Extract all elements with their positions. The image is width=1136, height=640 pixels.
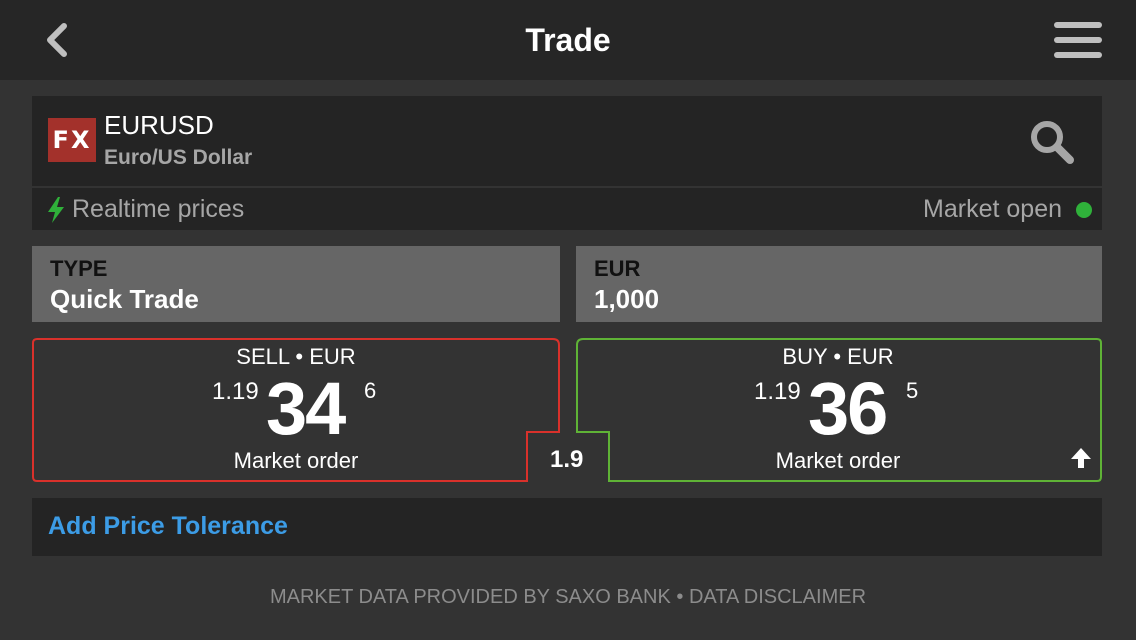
- order-type-label: TYPE: [50, 256, 108, 281]
- spread-value: 1.9: [550, 446, 584, 473]
- top-bar: Trade: [0, 0, 1136, 80]
- arrow-up-icon: [1071, 448, 1091, 468]
- amount-currency-label: EUR: [594, 256, 641, 281]
- buy-price-pips: 36: [808, 367, 888, 450]
- buy-price: 1.19 36 5: [754, 367, 954, 454]
- data-disclaimer-link[interactable]: DATA DISCLAIMER: [689, 586, 866, 608]
- order-type-field[interactable]: TYPE Quick Trade: [32, 246, 560, 322]
- sell-price: 1.19 34 6: [212, 367, 412, 454]
- page-title: Trade: [525, 22, 611, 58]
- order-type-value: Quick Trade: [50, 284, 199, 314]
- market-data-provider-text: MARKET DATA PROVIDED BY SAXO BANK: [269, 586, 671, 608]
- menu-button[interactable]: [1052, 20, 1104, 60]
- sell-button[interactable]: SELL • EUR 1.19 34 6 Market order: [32, 338, 560, 484]
- hamburger-line: [1054, 37, 1102, 43]
- sell-price-pips: 34: [266, 367, 346, 450]
- market-status-label: Market open: [923, 195, 1062, 223]
- buy-button[interactable]: BUY • EUR 1.19 36 5 Market order: [574, 338, 1102, 484]
- instrument-card[interactable]: FX EURUSD Euro/US Dollar: [32, 96, 1102, 186]
- lightning-icon: [48, 197, 64, 223]
- hamburger-icon: [1054, 22, 1102, 28]
- buy-order-type: Market order: [775, 448, 901, 473]
- market-status-dot: [1076, 202, 1092, 218]
- buy-price-fraction: 5: [906, 378, 919, 403]
- realtime-prices-label: Realtime prices: [72, 195, 245, 223]
- footer-separator: •: [676, 586, 684, 608]
- sell-order-type: Market order: [233, 448, 359, 473]
- instrument-symbol: EURUSD: [104, 110, 214, 140]
- buy-price-prefix: 1.19: [754, 378, 801, 405]
- search-icon: [1031, 121, 1074, 164]
- price-status-bar: Realtime prices Market open: [32, 188, 1102, 230]
- amount-value: 1,000: [594, 284, 660, 314]
- sell-price-fraction: 6: [364, 378, 377, 403]
- asset-class-badge: FX: [48, 118, 96, 162]
- hamburger-line: [1054, 52, 1102, 58]
- search-button[interactable]: [1028, 118, 1076, 166]
- instrument-description: Euro/US Dollar: [104, 146, 253, 169]
- amount-field[interactable]: EUR 1,000: [576, 246, 1102, 322]
- footer: MARKET DATA PROVIDED BY SAXO BANK • DATA…: [0, 586, 1136, 609]
- sell-price-prefix: 1.19: [212, 378, 259, 405]
- add-price-tolerance-label: Add Price Tolerance: [48, 512, 288, 540]
- add-price-tolerance-button[interactable]: Add Price Tolerance: [32, 498, 1102, 556]
- trade-tiles: SELL • EUR 1.19 34 6 Market order BUY • …: [32, 338, 1102, 484]
